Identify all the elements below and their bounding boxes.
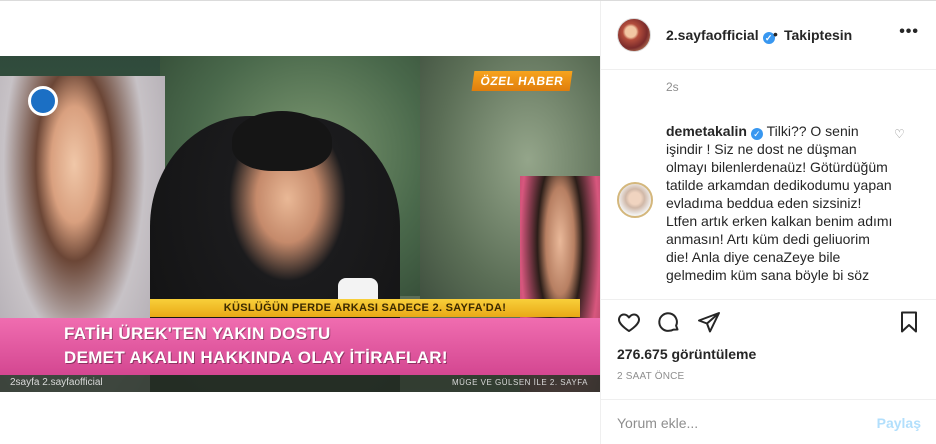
headline-line-1: FATİH ÜREK'TEN YAKIN DOSTU xyxy=(64,324,331,343)
instagram-post-view: ÖZEL HABER KÜSLÜĞÜN PERDE ARKASI SADECE … xyxy=(0,0,936,444)
header-separator: • xyxy=(773,26,778,42)
follow-status-button[interactable]: Takiptesin xyxy=(784,27,852,43)
view-count[interactable]: 276.675 görüntüleme xyxy=(617,346,756,362)
video-person-center-hair xyxy=(232,111,332,171)
verified-badge-icon: ✓ xyxy=(750,128,763,140)
more-options-icon[interactable]: ••• xyxy=(899,23,919,41)
video-footer-strip: 2sayfa 2.sayfaofficial MÜGE VE GÜLSEN İL… xyxy=(0,375,600,392)
exclusive-badge: ÖZEL HABER xyxy=(471,71,573,91)
ticker-strip: KÜSLÜĞÜN PERDE ARKASI SADECE 2. SAYFA'DA… xyxy=(150,299,580,317)
share-paper-plane-icon[interactable] xyxy=(697,310,721,334)
channel-logo-icon xyxy=(28,86,58,116)
like-heart-icon[interactable] xyxy=(617,310,641,334)
comment-bubble-icon[interactable] xyxy=(657,310,681,334)
add-comment-bar: Yorum ekle... Paylaş xyxy=(601,399,936,444)
video-player[interactable]: ÖZEL HABER KÜSLÜĞÜN PERDE ARKASI SADECE … xyxy=(0,56,600,392)
post-sidebar: 2.sayfaofficial ✓ • Takiptesin ••• 2s dem… xyxy=(600,1,936,444)
post-comment-button[interactable]: Paylaş xyxy=(877,415,921,431)
action-bar xyxy=(601,299,936,347)
post-media: ÖZEL HABER KÜSLÜĞÜN PERDE ARKASI SADECE … xyxy=(0,1,600,444)
author-avatar[interactable] xyxy=(617,18,651,52)
post-header: 2.sayfaofficial ✓ • Takiptesin ••• xyxy=(601,1,936,70)
comment-item: demetakalin ✓ Tilki?? O senin işindir ! S… xyxy=(666,122,896,284)
save-bookmark-icon[interactable] xyxy=(897,310,921,334)
video-footer-right: MÜGE VE GÜLSEN İLE 2. SAYFA xyxy=(451,378,588,387)
caption-time[interactable]: 2s xyxy=(666,80,679,94)
comments-section[interactable]: 2s demetakalin ✓ Tilki?? O senin işindir … xyxy=(601,71,936,299)
commenter-avatar[interactable] xyxy=(617,182,653,218)
headline-line-2: DEMET AKALIN HAKKINDA OLAY İTİRAFLAR! xyxy=(64,348,448,367)
comment-text: Tilki?? O senin işindir ! Siz ne dost ne… xyxy=(666,123,893,283)
comment-input[interactable]: Yorum ekle... xyxy=(617,415,698,431)
headline-banner: FATİH ÜREK'TEN YAKIN DOSTU DEMET AKALIN … xyxy=(0,318,600,375)
post-time[interactable]: 2 SAAT ÖNCE xyxy=(617,371,684,382)
video-footer-left: 2sayfa 2.sayfaofficial xyxy=(10,377,103,388)
comment-like-heart-icon[interactable]: ♡ xyxy=(894,127,905,141)
author-username[interactable]: 2.sayfaofficial ✓ xyxy=(666,27,775,44)
commenter-username[interactable]: demetakalin xyxy=(666,123,747,139)
